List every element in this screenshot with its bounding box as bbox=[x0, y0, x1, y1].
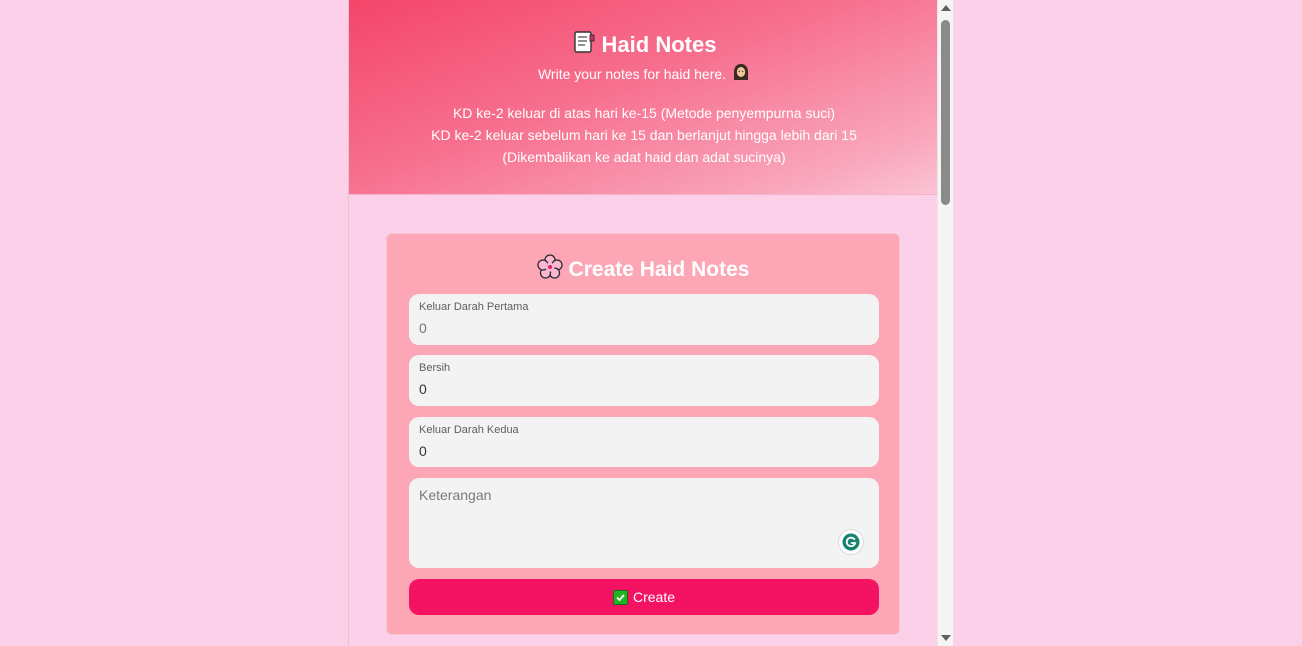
card-title: Create Haid Notes bbox=[387, 254, 899, 286]
clean-field[interactable]: Bersih bbox=[409, 355, 879, 406]
clean-input[interactable] bbox=[419, 381, 869, 397]
grammarly-icon[interactable] bbox=[839, 530, 863, 554]
second-blood-input[interactable] bbox=[419, 443, 869, 459]
notes-placeholder: Keterangan bbox=[419, 487, 492, 503]
page-subtitle: Write your notes for haid here. bbox=[349, 63, 939, 84]
second-blood-label: Keluar Darah Kedua bbox=[419, 424, 519, 436]
scroll-down-arrow-icon[interactable] bbox=[941, 635, 951, 641]
vertical-scrollbar[interactable] bbox=[937, 0, 953, 646]
first-blood-label: Keluar Darah Pertama bbox=[419, 301, 529, 313]
notepad-icon bbox=[572, 30, 596, 60]
header-banner: Haid Notes Write your notes for haid her… bbox=[349, 0, 939, 195]
create-button-label: Create bbox=[632, 589, 676, 605]
header-note-line: (Dikembalikan ke adat haid dan adat suci… bbox=[502, 149, 786, 165]
scroll-up-arrow-icon[interactable] bbox=[941, 5, 951, 11]
woman-hijab-icon bbox=[732, 63, 750, 84]
header-notes: KD ke-2 keluar di atas hari ke-15 (Metod… bbox=[349, 102, 939, 168]
page-title-text: Haid Notes bbox=[601, 32, 717, 57]
scroll-thumb[interactable] bbox=[941, 20, 950, 205]
second-blood-field[interactable]: Keluar Darah Kedua bbox=[409, 417, 879, 467]
cherry-blossom-icon bbox=[536, 254, 563, 286]
header-note-line: KD ke-2 keluar di atas hari ke-15 (Metod… bbox=[452, 105, 836, 121]
check-mark-icon bbox=[612, 589, 628, 605]
page-subtitle-text: Write your notes for haid here. bbox=[537, 65, 727, 82]
first-blood-input[interactable] bbox=[419, 320, 869, 336]
notes-textarea[interactable]: Keterangan bbox=[409, 478, 879, 568]
page-title: Haid Notes bbox=[349, 30, 939, 60]
create-notes-card: Create Haid Notes Keluar Darah Pertama B… bbox=[386, 233, 900, 635]
card-title-text: Create Haid Notes bbox=[568, 258, 750, 281]
first-blood-field[interactable]: Keluar Darah Pertama bbox=[409, 294, 879, 345]
app-column: Haid Notes Write your notes for haid her… bbox=[348, 0, 939, 646]
create-button[interactable]: Create bbox=[409, 579, 879, 615]
header-note-line: KD ke-2 keluar sebelum hari ke 15 dan be… bbox=[431, 127, 857, 143]
clean-label: Bersih bbox=[419, 362, 451, 374]
